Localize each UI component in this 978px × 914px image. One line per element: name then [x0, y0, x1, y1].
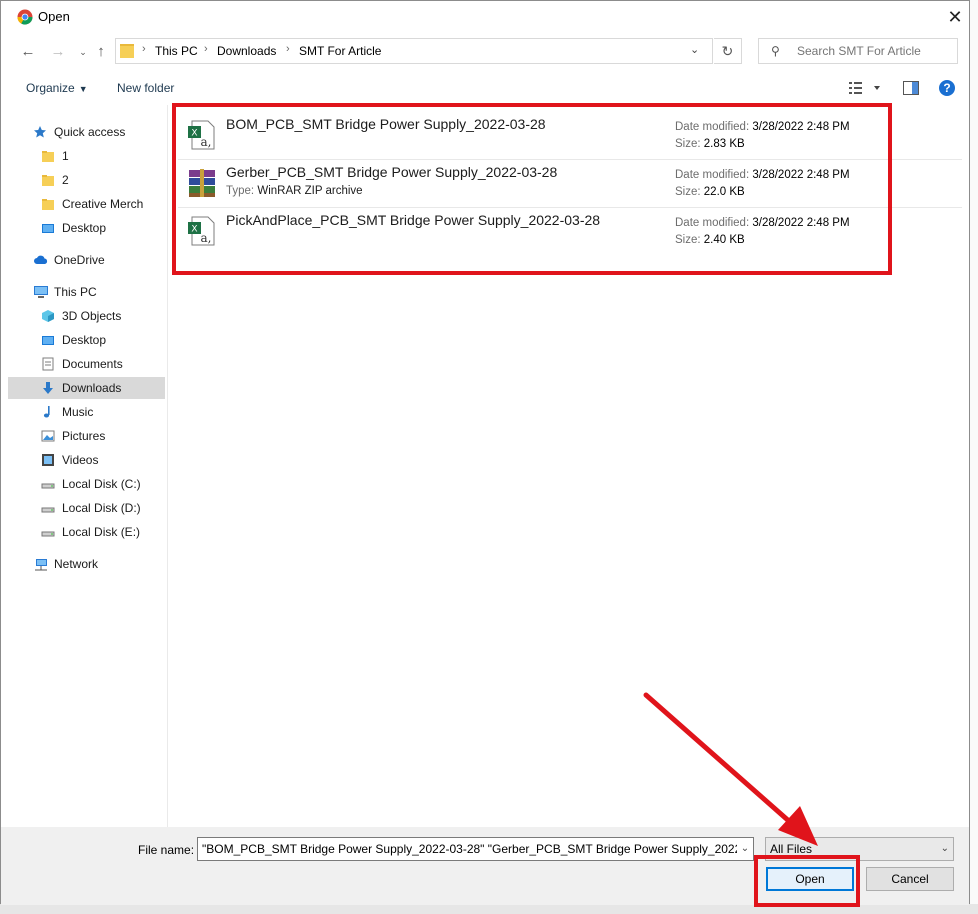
- change-view-button[interactable]: [849, 81, 883, 98]
- navigation-bar: ← → ⌄ ↑ › This PC › Downloads › SMT For …: [1, 37, 969, 67]
- sidebar-item[interactable]: Local Disk (D:): [8, 497, 165, 519]
- sidebar-item-label: 1: [62, 149, 69, 163]
- video-icon: [41, 453, 55, 467]
- breadcrumb-separator-icon: ›: [204, 43, 208, 55]
- breadcrumb-separator-icon: ›: [286, 43, 290, 55]
- sidebar-item-label: 2: [62, 173, 69, 187]
- sidebar-item-label: Desktop: [62, 221, 107, 235]
- cancel-button[interactable]: Cancel: [866, 867, 954, 891]
- chevron-down-icon: ▼: [78, 84, 88, 94]
- file-name-field[interactable]: "BOM_PCB_SMT Bridge Power Supply_2022-03…: [197, 837, 754, 861]
- chrome-icon: [17, 9, 33, 25]
- sidebar-item-label: Pictures: [62, 429, 106, 443]
- sidebar-item-label: Creative Merch: [62, 197, 144, 211]
- file-name-value: "BOM_PCB_SMT Bridge Power Supply_2022-03…: [202, 842, 754, 856]
- window-title: Open: [38, 9, 70, 24]
- folder-icon: [120, 44, 134, 58]
- drive-icon: [41, 525, 55, 539]
- folder-icon: [41, 197, 55, 211]
- star-icon: [33, 125, 47, 139]
- music-icon: [41, 405, 55, 419]
- cube-icon: [41, 309, 55, 323]
- search-box[interactable]: ⚲: [758, 38, 958, 64]
- desktop-icon: [41, 333, 55, 347]
- title-bar: Open ✕: [1, 1, 969, 33]
- details-view-icon: [849, 82, 880, 94]
- sidebar-item[interactable]: Local Disk (E:): [8, 521, 165, 543]
- sidebar-item-label: Local Disk (C:): [62, 477, 141, 491]
- breadcrumb-smt-for-article[interactable]: SMT For Article: [299, 44, 381, 58]
- search-icon: ⚲: [771, 44, 780, 58]
- filter-value: All Files: [770, 842, 813, 856]
- sidebar-item[interactable]: 3D Objects: [8, 305, 165, 327]
- sidebar-item-label: OneDrive: [54, 253, 105, 267]
- sidebar-item[interactable]: Music: [8, 401, 165, 423]
- computer-icon: [33, 285, 48, 299]
- sidebar-item[interactable]: Videos: [8, 449, 165, 471]
- preview-pane-icon[interactable]: [903, 81, 919, 98]
- highlight-box-open-button: [754, 855, 860, 907]
- help-icon[interactable]: ?: [939, 80, 955, 96]
- download-icon: [41, 381, 55, 395]
- organize-label: Organize: [26, 81, 75, 95]
- chevron-down-icon: ⌄: [940, 843, 949, 854]
- refresh-icon[interactable]: ↻: [714, 38, 742, 64]
- search-input[interactable]: [795, 43, 954, 59]
- sidebar-item[interactable]: Local Disk (C:): [8, 473, 165, 495]
- sidebar-item-label: Quick access: [54, 125, 126, 139]
- sidebar-item-label: Videos: [62, 453, 99, 467]
- sidebar-item[interactable]: Documents: [8, 353, 165, 375]
- background-app: [970, 0, 978, 914]
- sidebar-item-label: Music: [62, 405, 94, 419]
- sidebar-item[interactable]: Quick access: [8, 121, 165, 143]
- pictures-icon: [41, 429, 55, 443]
- sidebar-item-label: Desktop: [62, 333, 107, 347]
- network-icon: [33, 557, 47, 571]
- chevron-down-icon[interactable]: ⌄: [737, 838, 753, 860]
- up-arrow-icon[interactable]: ↑: [90, 41, 112, 63]
- sidebar-item-label: Local Disk (D:): [62, 501, 141, 515]
- command-bar: Organize ▼ New folder: [1, 75, 969, 103]
- cloud-icon: [33, 253, 48, 267]
- sidebar-item-label: Documents: [62, 357, 123, 371]
- sidebar-item[interactable]: Pictures: [8, 425, 165, 447]
- highlight-box-files: [172, 103, 892, 275]
- breadcrumb-separator-icon: ›: [142, 43, 146, 55]
- sidebar-item[interactable]: Network: [8, 553, 165, 575]
- sidebar-item[interactable]: Desktop: [8, 217, 165, 239]
- sidebar-item[interactable]: Desktop: [8, 329, 165, 351]
- sidebar-item-label: Local Disk (E:): [62, 525, 141, 539]
- pane-divider[interactable]: [167, 105, 168, 827]
- sidebar-item-label: Downloads: [62, 381, 122, 395]
- close-button[interactable]: ✕: [941, 5, 969, 29]
- file-name-label: File name:: [138, 843, 195, 857]
- chevron-down-icon[interactable]: ⌄: [690, 43, 699, 56]
- navigation-pane: Quick access 1 2 Creative Merch Desktop OneDr…: [8, 113, 165, 827]
- sidebar-item[interactable]: OneDrive: [8, 249, 165, 271]
- sidebar-item-label: Network: [54, 557, 99, 571]
- sidebar-item[interactable]: This PC: [8, 281, 165, 303]
- sidebar-item[interactable]: Creative Merch: [8, 193, 165, 215]
- breadcrumb-downloads[interactable]: Downloads: [217, 44, 276, 58]
- sidebar-item[interactable]: 2: [8, 169, 165, 191]
- organize-button[interactable]: Organize ▼: [26, 81, 88, 95]
- new-folder-button[interactable]: New folder: [117, 81, 174, 95]
- document-icon: [41, 357, 55, 371]
- folder-icon: [41, 149, 55, 163]
- desktop-icon: [41, 221, 55, 235]
- drive-icon: [41, 501, 55, 515]
- breadcrumb-this-pc[interactable]: This PC: [155, 44, 198, 58]
- sidebar-item-label: This PC: [54, 285, 97, 299]
- back-arrow-icon[interactable]: ←: [17, 41, 39, 63]
- sidebar-item[interactable]: Downloads: [8, 377, 165, 399]
- sidebar-item-label: 3D Objects: [62, 309, 122, 323]
- sidebar-item[interactable]: 1: [8, 145, 165, 167]
- folder-icon: [41, 173, 55, 187]
- drive-icon: [41, 477, 55, 491]
- forward-arrow-icon[interactable]: →: [47, 41, 69, 63]
- address-bar[interactable]: › This PC › Downloads › SMT For Article …: [115, 38, 713, 64]
